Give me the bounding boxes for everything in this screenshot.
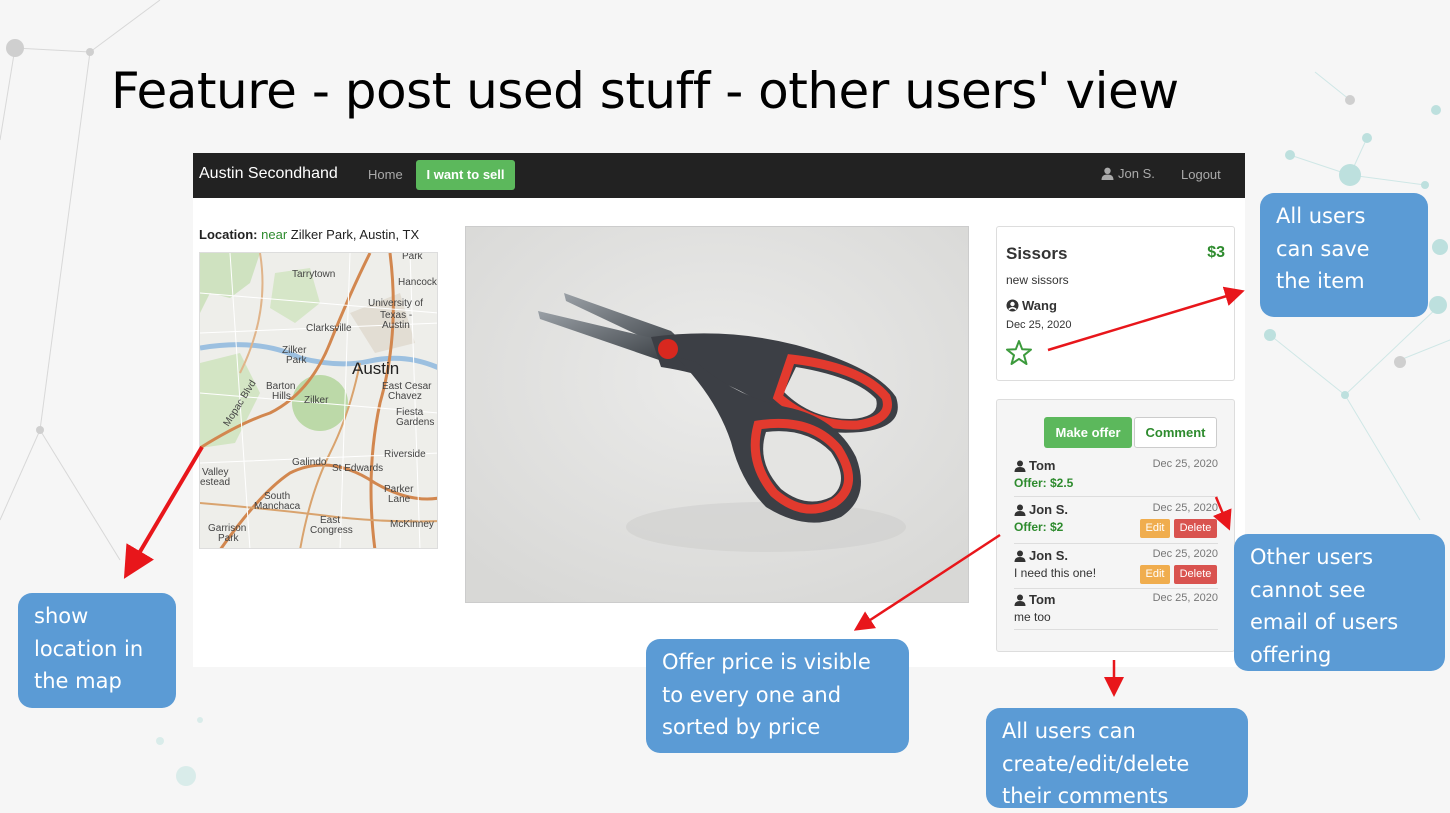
comment-user-name: Jon S. xyxy=(1029,502,1069,517)
map-label: Lane xyxy=(388,494,411,505)
item-seller[interactable]: Wang xyxy=(1006,298,1057,313)
comment-user-name: Jon S. xyxy=(1029,548,1069,563)
comment-user: Jon S. xyxy=(1014,548,1068,563)
edit-button[interactable]: Edit xyxy=(1140,565,1170,584)
item-title: Sissors xyxy=(1006,244,1068,263)
sell-button[interactable]: I want to sell xyxy=(416,160,515,190)
comment-text: I need this one! xyxy=(1014,566,1097,580)
map-label: Tarrytown xyxy=(292,269,336,280)
nav-user-name: Jon S. xyxy=(1118,166,1155,181)
map-label: Zilker xyxy=(304,395,329,406)
nav-home-link[interactable]: Home xyxy=(368,167,403,182)
delete-button[interactable]: Delete xyxy=(1174,565,1217,584)
map-label: Manchaca xyxy=(254,501,301,512)
comment-user: Tom xyxy=(1014,458,1055,473)
comment-user: Jon S. xyxy=(1014,502,1068,517)
callout-comments: All users can create/edit/delete their c… xyxy=(986,708,1248,808)
comment-date: Dec 25, 2020 xyxy=(1152,458,1218,470)
location-label: Location: xyxy=(199,227,258,242)
offer-amount: Offer: $2.5 xyxy=(1014,476,1074,490)
make-offer-button[interactable]: Make offer xyxy=(1044,417,1132,448)
slide-title: Feature - post used stuff - other users'… xyxy=(111,62,1179,120)
location-map[interactable]: Tarrytown Park Hancock University of Tex… xyxy=(199,252,438,549)
comment-date: Dec 25, 2020 xyxy=(1152,502,1218,514)
map-label: Park xyxy=(402,252,423,262)
item-seller-name: Wang xyxy=(1022,298,1057,313)
comment-row: Tom Dec 25, 2020 me too xyxy=(1014,592,1218,630)
location-near: near xyxy=(261,227,288,242)
edit-button[interactable]: Edit xyxy=(1140,519,1170,538)
map-label: Congress xyxy=(310,525,353,536)
callout-map: show location in the map xyxy=(18,593,176,708)
comment-row: Jon S. Dec 25, 2020 Offer: $2 Edit Delet… xyxy=(1014,502,1218,544)
delete-button[interactable]: Delete xyxy=(1174,519,1217,538)
comment-text: me too xyxy=(1014,610,1051,624)
comment-row: Tom Dec 25, 2020 Offer: $2.5 xyxy=(1014,458,1218,497)
item-card: Sissors $3 new sissors Wang Dec 25, 2020 xyxy=(996,226,1235,381)
callout-email: Other users cannot see email of users of… xyxy=(1234,534,1445,671)
map-label: estead xyxy=(200,477,231,488)
item-description: new sissors xyxy=(1006,273,1069,287)
map-label: Gardens xyxy=(396,417,435,428)
user-circle-icon xyxy=(1006,299,1019,312)
comment-user: Tom xyxy=(1014,592,1055,607)
comment-user-name: Tom xyxy=(1029,458,1056,473)
map-label: Clarksville xyxy=(306,323,352,334)
map-label: Austin xyxy=(352,359,400,378)
user-icon xyxy=(1014,550,1026,562)
navbar: Austin Secondhand Home I want to sell Jo… xyxy=(193,153,1245,198)
offer-amount: Offer: $2 xyxy=(1014,520,1064,534)
nav-user-link[interactable]: Jon S. xyxy=(1101,166,1155,181)
map-label: McKinney xyxy=(390,519,434,530)
map-label: Riverside xyxy=(384,449,426,460)
app-window: Austin Secondhand Home I want to sell Jo… xyxy=(193,153,1245,667)
map-label: Austin xyxy=(382,320,410,331)
map-label: Park xyxy=(286,355,307,366)
brand-link[interactable]: Austin Secondhand xyxy=(199,165,338,183)
map-label: Hills xyxy=(272,391,291,402)
user-icon xyxy=(1014,504,1026,516)
item-price: $3 xyxy=(1207,244,1225,261)
callout-save-item: All users can save the item xyxy=(1260,193,1428,317)
user-icon xyxy=(1014,460,1026,472)
comment-button[interactable]: Comment xyxy=(1134,417,1217,448)
comment-date: Dec 25, 2020 xyxy=(1152,548,1218,560)
location-line: Location: near Zilker Park, Austin, TX xyxy=(199,227,419,242)
map-label: St Edwards xyxy=(332,463,384,474)
map-label: Galindo xyxy=(292,457,327,468)
logout-link[interactable]: Logout xyxy=(1181,167,1221,182)
map-label: Chavez xyxy=(388,391,422,402)
user-icon xyxy=(1014,594,1026,606)
user-icon xyxy=(1101,167,1114,180)
comment-date: Dec 25, 2020 xyxy=(1152,592,1218,604)
item-date: Dec 25, 2020 xyxy=(1006,319,1072,331)
map-label: Hancock xyxy=(398,277,437,288)
comment-row: Jon S. Dec 25, 2020 I need this one! Edi… xyxy=(1014,548,1218,589)
map-label: Park xyxy=(218,533,239,544)
save-star-icon[interactable] xyxy=(1005,339,1033,366)
scissors-image xyxy=(466,227,968,602)
offers-panel: Make offer Comment Tom Dec 25, 2020 Offe… xyxy=(996,399,1235,652)
item-photo[interactable] xyxy=(465,226,969,603)
comment-user-name: Tom xyxy=(1029,592,1056,607)
map-label: University of xyxy=(368,298,424,309)
location-place: Zilker Park, Austin, TX xyxy=(290,227,420,242)
callout-offer-price: Offer price is visible to every one and … xyxy=(646,639,909,753)
